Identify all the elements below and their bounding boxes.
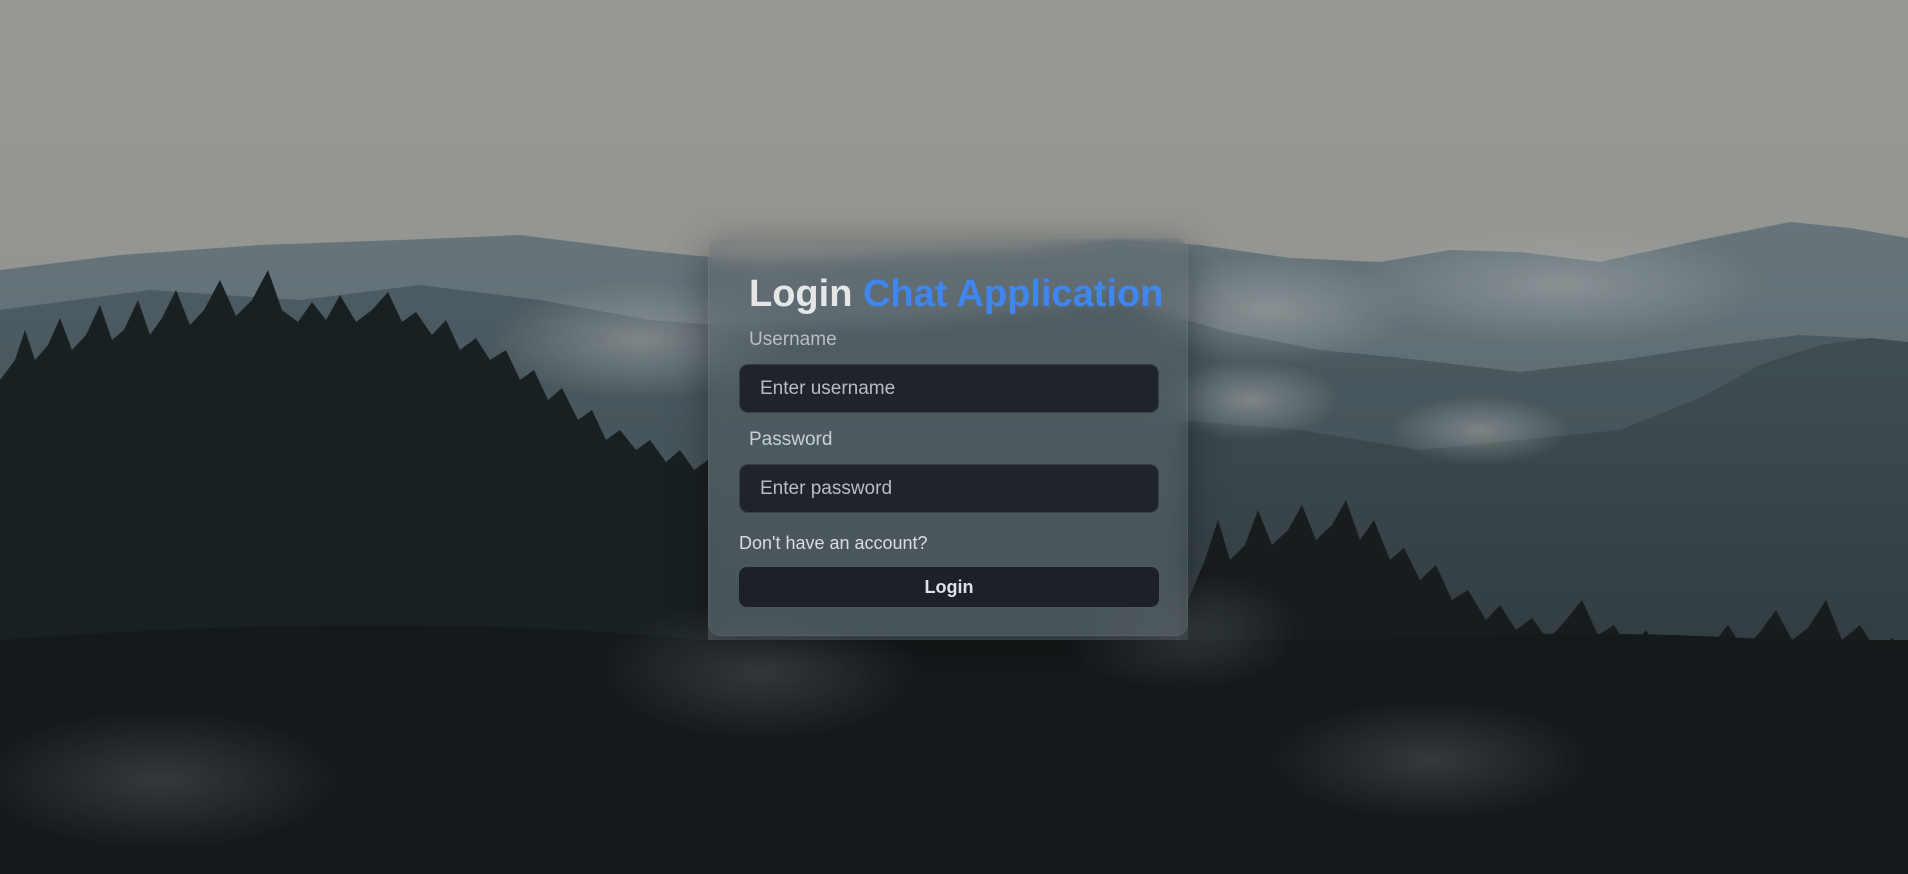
signup-link[interactable]: Don't have an account? xyxy=(739,532,928,554)
login-card: Login Chat Application Username Password… xyxy=(708,238,1188,636)
login-button[interactable]: Login xyxy=(739,567,1159,607)
title-app-name: Chat Application xyxy=(862,273,1164,315)
title-login-text: Login xyxy=(749,273,853,315)
username-input[interactable] xyxy=(739,364,1159,413)
password-label: Password xyxy=(749,429,833,450)
username-label: Username xyxy=(749,329,837,350)
password-input[interactable] xyxy=(739,464,1159,513)
login-page: Login Chat Application Username Password… xyxy=(0,0,1908,874)
page-title: Login Chat Application xyxy=(749,271,1163,317)
